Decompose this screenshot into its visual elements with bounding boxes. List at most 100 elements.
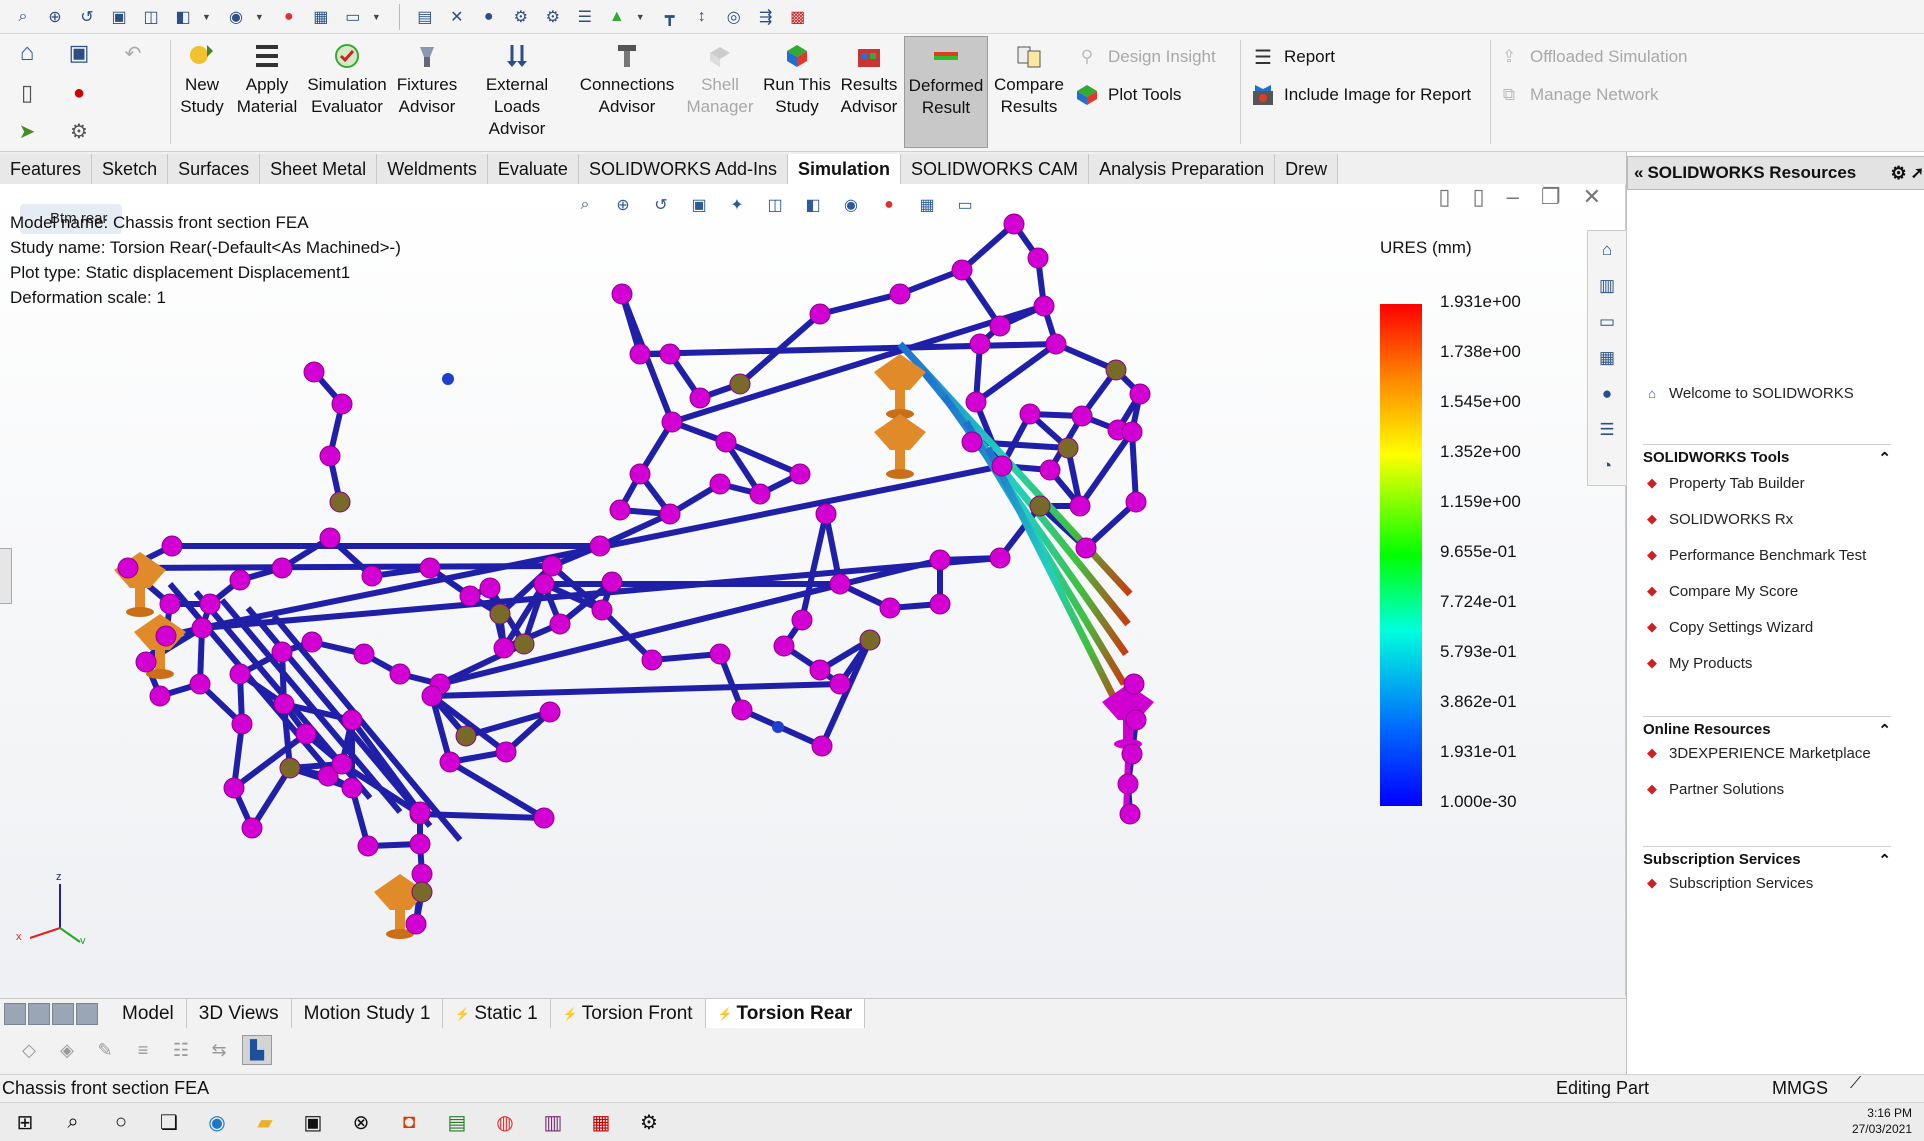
joint-node[interactable] [859, 629, 881, 651]
beam-member[interactable] [437, 557, 943, 687]
simulation-evaluator-button[interactable]: Simulation Evaluator [304, 40, 390, 118]
joint-node[interactable] [489, 603, 511, 625]
tab-weldments[interactable]: Weldments [377, 154, 488, 184]
section-view-icon[interactable]: ▣ [684, 192, 714, 218]
joint-node[interactable] [1071, 405, 1093, 427]
joint-node[interactable] [729, 373, 751, 395]
new-study-button[interactable]: New Study [178, 40, 226, 118]
office-icon[interactable]: ◘ [394, 1107, 424, 1137]
run-this-study-button[interactable]: Run This Study [760, 40, 834, 118]
joint-node[interactable] [303, 361, 325, 383]
resource-link[interactable]: ◆ Performance Benchmark Test [1643, 546, 1866, 564]
joint-node[interactable] [709, 473, 731, 495]
beam-member[interactable] [249, 765, 293, 831]
joint-node[interactable] [329, 491, 351, 513]
joint-node[interactable] [1117, 773, 1139, 795]
joint-node[interactable] [361, 565, 383, 587]
joint-node[interactable] [533, 807, 555, 829]
joint-node[interactable] [341, 777, 363, 799]
tab-sketch[interactable]: Sketch [92, 154, 169, 184]
chevron-up-icon[interactable]: ⌃ [1878, 449, 1891, 467]
joint-node[interactable] [411, 881, 433, 903]
display-style-icon[interactable]: ◧ [170, 5, 196, 29]
properties-icon[interactable]: ☰ [1592, 415, 1622, 445]
joint-node[interactable] [889, 283, 911, 305]
joint-node[interactable] [641, 649, 663, 671]
probe-point[interactable] [772, 721, 784, 733]
select-icon[interactable]: ➤ [14, 118, 40, 144]
resize-grip-icon[interactable]: ⟋ [1850, 1075, 1861, 1093]
joint-node[interactable] [117, 557, 139, 579]
unit-system[interactable]: MMGS [1772, 1078, 1828, 1099]
appearance-icon[interactable]: ● [276, 5, 302, 29]
results-advisor-button[interactable]: Results Advisor [836, 40, 902, 118]
joint-node[interactable] [809, 659, 831, 681]
apply-material-button[interactable]: Apply Material [232, 40, 302, 118]
joint-node[interactable] [319, 527, 341, 549]
joint-node[interactable] [1075, 537, 1097, 559]
app-icon[interactable]: ▤ [442, 1107, 472, 1137]
joint-node[interactable] [929, 593, 951, 615]
joint-node[interactable] [1125, 491, 1147, 513]
chevron-up-icon[interactable]: ⌃ [1878, 721, 1891, 739]
joint-node[interactable] [929, 549, 951, 571]
joint-node[interactable] [629, 343, 651, 365]
model-tab-torsion-rear[interactable]: ⚡ Torsion Rear [705, 998, 866, 1029]
joint-node[interactable] [611, 283, 633, 305]
pen-icon[interactable]: ✎ [90, 1035, 120, 1065]
dropdown-icon[interactable]: ▼ [202, 12, 211, 22]
display-style-icon[interactable]: ◧ [798, 192, 828, 218]
first-tab-icon[interactable] [4, 1002, 26, 1025]
model-tab-static-1[interactable]: ⚡ Static 1 [443, 998, 551, 1029]
joint-node[interactable] [411, 863, 433, 885]
hide-show-icon[interactable]: ◉ [836, 192, 866, 218]
joint-node[interactable] [969, 333, 991, 355]
joint-node[interactable] [1003, 213, 1025, 235]
section-header[interactable]: Subscription Services ⌃ [1643, 846, 1891, 869]
joint-node[interactable] [1027, 247, 1049, 269]
joint-node[interactable] [357, 835, 379, 857]
model-tab-torsion-front[interactable]: ⚡ Torsion Front [551, 998, 706, 1029]
joint-node[interactable] [409, 801, 431, 823]
pin-icon[interactable]: ┳ [657, 5, 683, 29]
model-tab-3d-views[interactable]: 3D Views [187, 998, 292, 1029]
palette-icon[interactable]: ▦ [1592, 343, 1622, 373]
joint-node[interactable] [161, 535, 183, 557]
joint-node[interactable] [789, 463, 811, 485]
manage-network-button[interactable]: ⧉ Manage Network [1496, 82, 1659, 108]
home-icon[interactable]: ⌂ [1592, 235, 1622, 265]
beam-member[interactable] [817, 291, 903, 317]
joint-node[interactable] [231, 713, 253, 735]
chart-view-icon[interactable]: ▙ [242, 1035, 272, 1065]
tab-sheet-metal[interactable]: Sheet Metal [260, 154, 378, 184]
appearance-icon[interactable]: ● [874, 192, 904, 218]
tab-analysis-preparation[interactable]: Analysis Preparation [1089, 154, 1276, 184]
joint-node[interactable] [961, 431, 983, 453]
joint-node[interactable] [419, 557, 441, 579]
joint-node[interactable] [301, 631, 323, 653]
animate-icon[interactable]: ◎ [721, 5, 747, 29]
joint-node[interactable] [479, 577, 501, 599]
deformed-result-button[interactable]: Deformed Result [904, 36, 988, 148]
previous-view-icon[interactable]: ↺ [646, 192, 676, 218]
joint-node[interactable] [829, 673, 851, 695]
joint-node[interactable] [421, 685, 443, 707]
edge-icon[interactable]: ◉ [202, 1107, 232, 1137]
joint-node[interactable] [1119, 803, 1141, 825]
connector-icon[interactable]: ⚙ [508, 5, 534, 29]
beam-member[interactable] [973, 341, 1059, 405]
include-image-button[interactable]: Include Image for Report [1250, 82, 1471, 108]
view-settings-icon[interactable]: ▭ [340, 5, 366, 29]
joint-node[interactable] [1029, 495, 1051, 517]
joint-node[interactable] [389, 663, 411, 685]
joint-node[interactable] [1057, 437, 1079, 459]
joint-node[interactable] [459, 585, 481, 607]
library-icon[interactable]: ▥ [1592, 271, 1622, 301]
tool-icon[interactable]: ⚙ [634, 1107, 664, 1137]
gear-icon[interactable]: ⚙ [540, 5, 566, 29]
options-gear-icon[interactable]: ⚙ [66, 118, 92, 144]
joint-node[interactable] [1121, 743, 1143, 765]
joint-node[interactable] [331, 753, 353, 775]
xbox-icon[interactable]: ⊗ [346, 1107, 376, 1137]
joint-node[interactable] [495, 741, 517, 763]
